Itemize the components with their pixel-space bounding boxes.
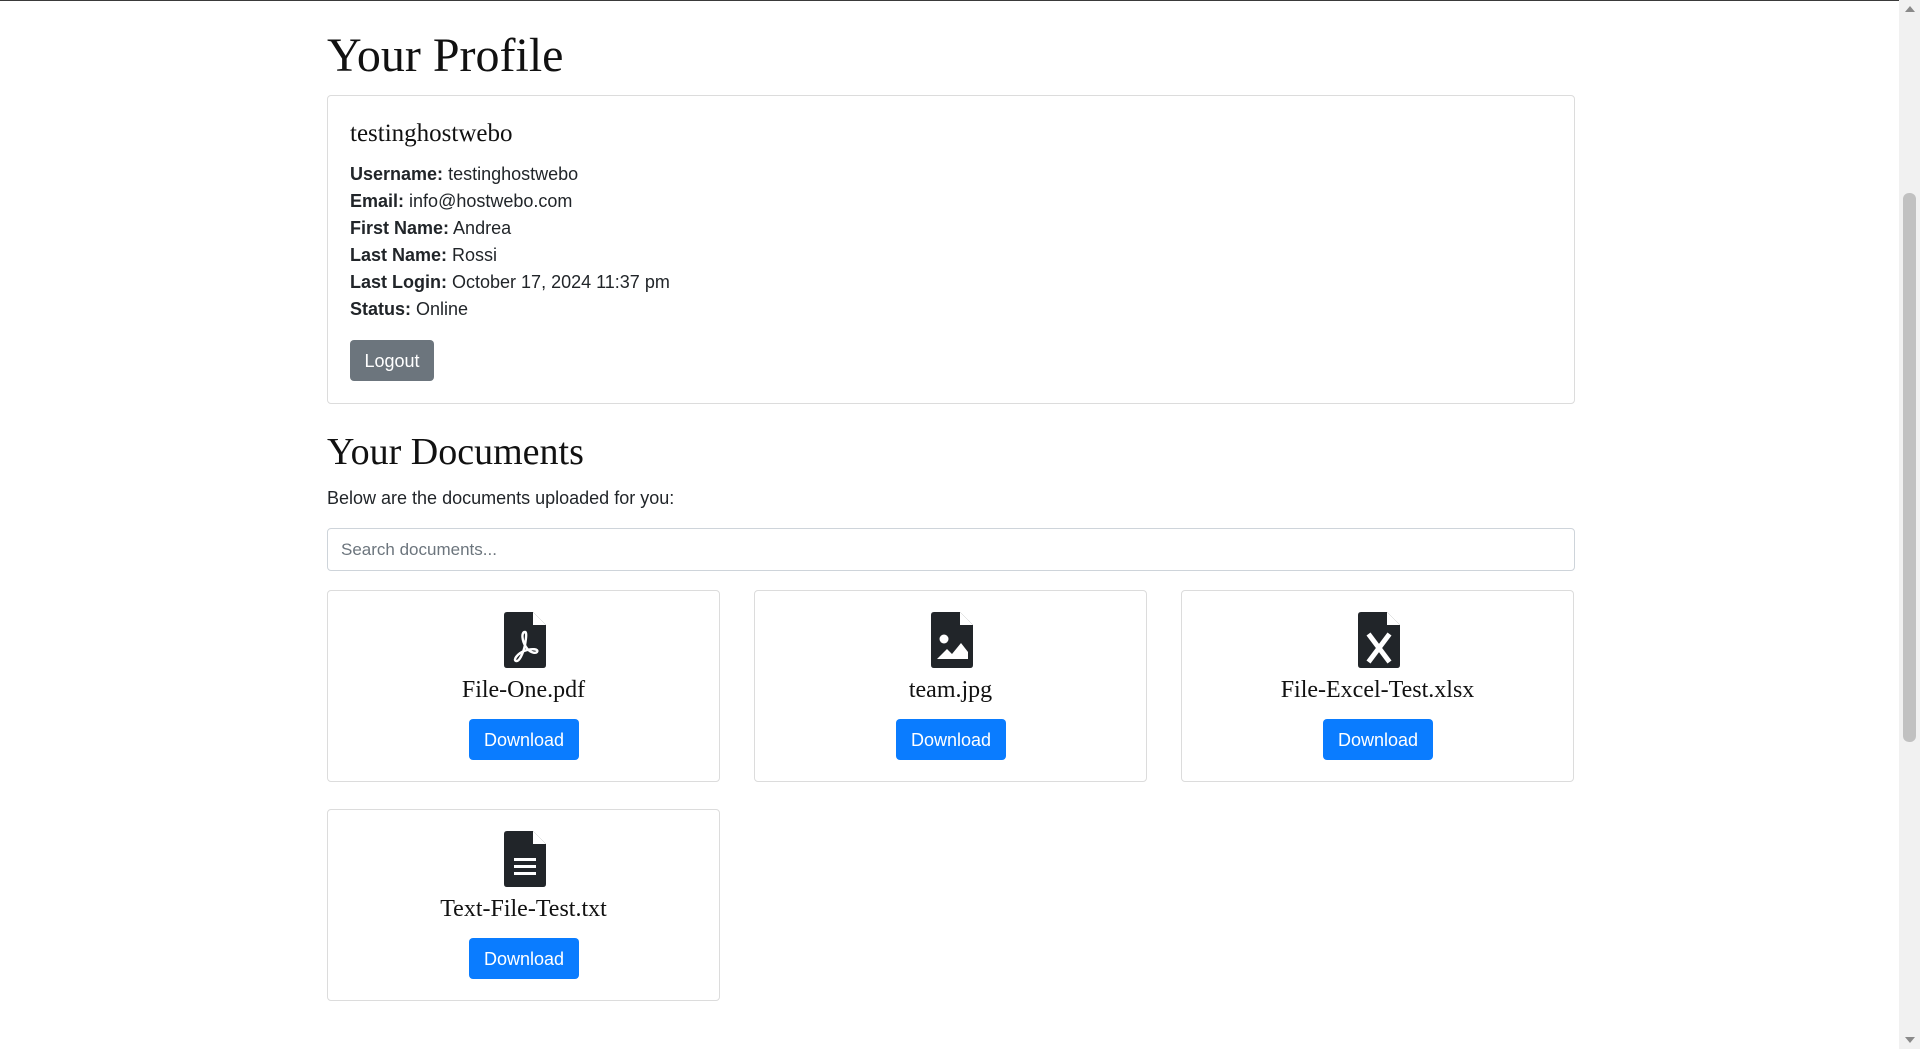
download-button[interactable]: Download — [469, 938, 579, 979]
last-name-row: Last Name: Rossi — [350, 243, 497, 267]
last-login-row: Last Login: October 17, 2024 11:37 pm — [350, 270, 670, 294]
page-title: Your Profile — [327, 29, 564, 82]
first-name-value: Andrea — [453, 218, 512, 238]
download-button[interactable]: Download — [1323, 719, 1433, 760]
vertical-scrollbar[interactable] — [1899, 0, 1920, 1049]
last-login-label: Last Login: — [350, 272, 447, 292]
username-row: Username: testinghostwebo — [350, 162, 578, 186]
email-row: Email: info@hostwebo.com — [350, 189, 572, 213]
document-name: Text-File-Test.txt — [440, 896, 607, 922]
first-name-label: First Name: — [350, 218, 450, 238]
scroll-up-arrow-icon[interactable] — [1905, 6, 1915, 12]
last-name-value: Rossi — [452, 245, 498, 265]
status-value: Online — [416, 299, 469, 319]
document-card: team.jpg Download — [754, 590, 1147, 782]
search-documents-input[interactable] — [327, 528, 1575, 571]
scroll-down-arrow-icon[interactable] — [1905, 1037, 1915, 1043]
username-label: Username: — [350, 164, 444, 184]
excel-file-icon — [1358, 612, 1400, 668]
document-card: File-Excel-Test.xlsx Download — [1181, 590, 1574, 782]
document-name: File-One.pdf — [461, 677, 586, 703]
scrollbar-thumb[interactable] — [1903, 193, 1916, 742]
download-button[interactable]: Download — [469, 719, 579, 760]
document-card: File-One.pdf Download — [327, 590, 720, 782]
documents-title: Your Documents — [327, 431, 584, 473]
username-value: testinghostwebo — [448, 164, 579, 184]
image-file-icon — [931, 612, 973, 668]
documents-intro: Below are the documents uploaded for you… — [327, 488, 675, 508]
profile-display-name: testinghostwebo — [350, 120, 513, 147]
document-name: File-Excel-Test.xlsx — [1280, 677, 1475, 703]
email-label: Email: — [350, 191, 405, 211]
logout-button[interactable]: Logout — [350, 340, 434, 381]
first-name-row: First Name: Andrea — [350, 216, 511, 240]
last-name-label: Last Name: — [350, 245, 448, 265]
text-file-icon — [504, 831, 546, 887]
email-value: info@hostwebo.com — [409, 191, 573, 211]
window-top-border — [0, 0, 1920, 1]
download-button[interactable]: Download — [896, 719, 1006, 760]
document-card: Text-File-Test.txt Download — [327, 809, 720, 1001]
last-login-value: October 17, 2024 11:37 pm — [452, 272, 670, 292]
document-name: team.jpg — [908, 677, 993, 703]
profile-card: testinghostwebo Username: testinghostweb… — [327, 95, 1575, 404]
pdf-file-icon — [504, 612, 546, 668]
status-row: Status: Online — [350, 297, 468, 321]
status-label: Status: — [350, 299, 412, 319]
